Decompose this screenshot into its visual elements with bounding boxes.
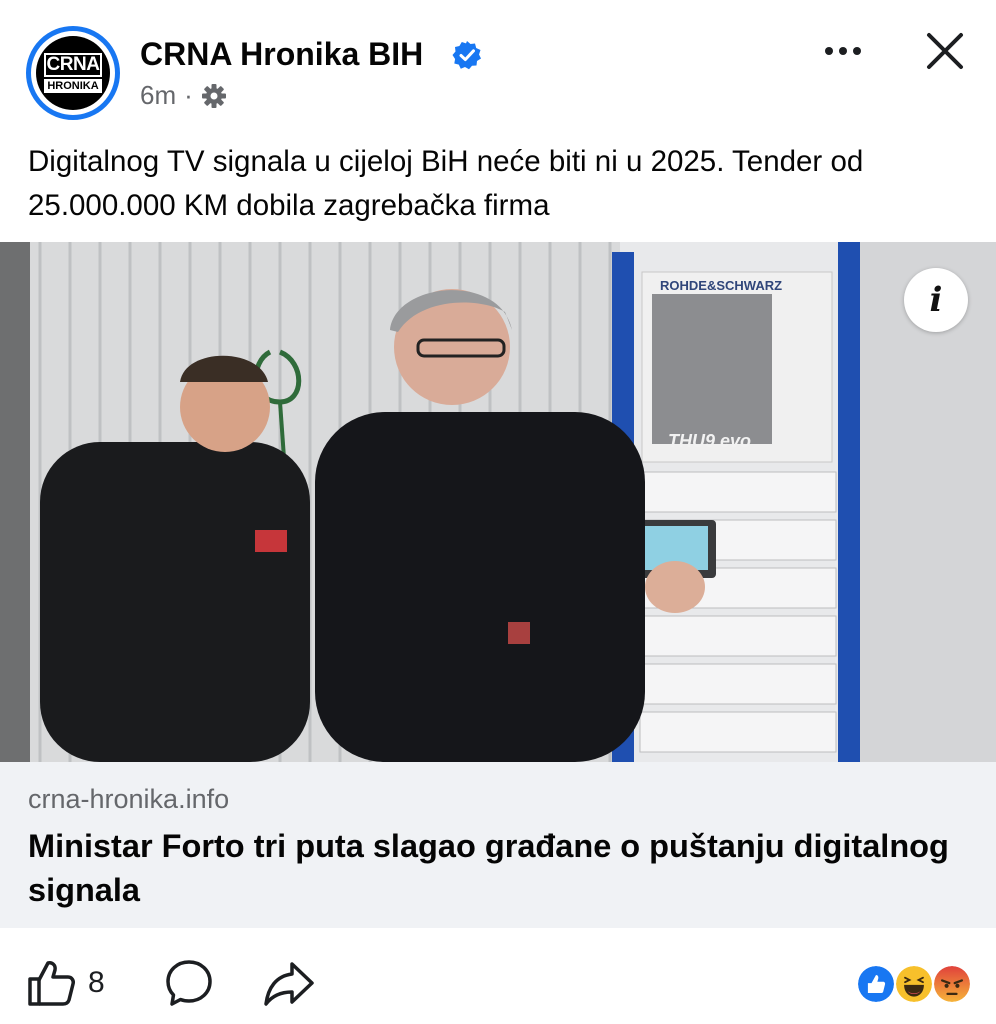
rack-brand-label: ROHDE&SCHWARZ [660,278,782,293]
rack-model-label: THU9 evo [668,431,751,451]
avatar-logo: CRNA HRONIKA [36,36,110,110]
link-domain: crna-hronika.info [28,784,230,814]
link-preview-card[interactable]: crna-hronika.info Ministar Forto tri put… [0,762,996,928]
avatar-logo-text-top: CRNA [44,53,102,77]
meta-separator: · [184,80,193,110]
post-actions-bar: 8 [0,928,996,1024]
post-photo[interactable]: ROHDE&SCHWARZ THU9 evo [0,242,996,762]
angry-reaction-icon [932,964,972,1004]
link-title: Ministar Forto tri puta slagao građane o… [28,828,949,908]
avatar-logo-text-bottom: HRONIKA [44,79,102,93]
more-options-icon[interactable] [822,38,864,64]
like-reaction-icon [856,964,896,1004]
like-count[interactable]: 8 [88,966,105,1000]
image-info-button[interactable]: i [904,268,968,332]
post-timestamp[interactable]: 6m [140,80,176,111]
comment-icon[interactable] [164,958,214,1008]
haha-reaction-icon [894,964,934,1004]
page-name-link[interactable]: CRNA Hronika BIH [140,36,423,73]
post-header: CRNA HRONIKA CRNA Hronika BIH 6m · [0,0,996,130]
post-text: Digitalnog TV signala u cijeloj BiH neće… [28,145,864,222]
share-icon[interactable] [262,958,316,1008]
thumbs-up-icon[interactable] [26,958,76,1008]
verified-badge-icon [452,41,481,70]
page-avatar[interactable]: CRNA HRONIKA [26,26,120,120]
post-meta: 6m · [140,80,227,111]
gear-icon [201,83,226,108]
close-icon[interactable] [924,30,966,72]
reaction-summary[interactable] [856,964,974,1004]
